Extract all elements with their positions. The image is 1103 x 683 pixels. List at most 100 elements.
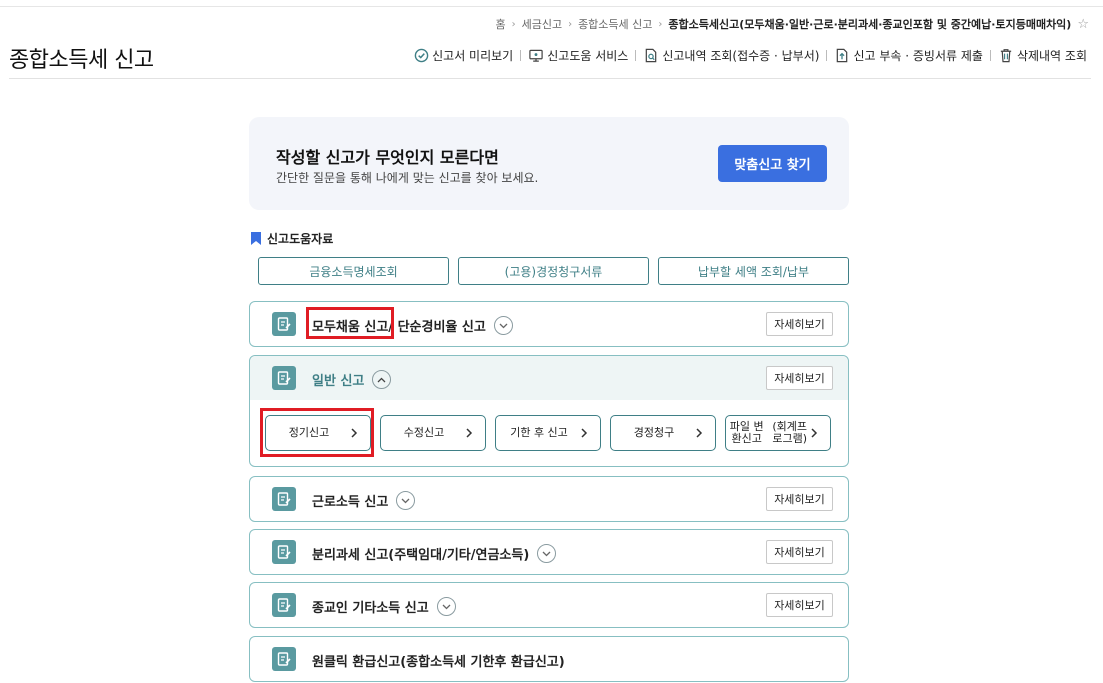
section-earned-income-filing: 근로소득 신고 자세히보기 bbox=[249, 476, 849, 522]
menu-divider bbox=[826, 50, 828, 61]
menu-divider bbox=[635, 50, 637, 61]
details-button[interactable]: 자세히보기 bbox=[766, 366, 833, 390]
section-separate-taxation-filing: 분리과세 신고(주택임대/기타/연금소득) 자세히보기 bbox=[249, 529, 849, 575]
deleted-history-label: 삭제내역 조회 bbox=[1016, 49, 1087, 63]
preview-return-label: 신고서 미리보기 bbox=[432, 49, 514, 63]
general-filing-label: 일반 신고 bbox=[312, 374, 365, 389]
file-conversion-label: 파일 변환신고 (회계프로그램) bbox=[726, 416, 812, 450]
file-conversion-line1: 파일 변환신고 bbox=[729, 420, 764, 445]
top-border bbox=[0, 6, 1103, 7]
section-header[interactable]: 종교인 기타소득 신고 자세히보기 bbox=[250, 583, 848, 627]
section-religious-income-filing: 종교인 기타소득 신고 자세히보기 bbox=[249, 582, 849, 628]
section-header[interactable]: 분리과세 신고(주택임대/기타/연금소득) 자세히보기 bbox=[250, 530, 848, 574]
section-header[interactable]: 모두채움 신고 / 단순경비율 신고 자세히보기 bbox=[250, 302, 848, 346]
breadcrumb-current: 종합소득세신고(모두채움·일반·근로·분리과세·종교인포함 및 중간예납·토지등… bbox=[668, 18, 1072, 31]
section-header[interactable]: 원클릭 환급신고(종합소득세 기한후 환급신고) bbox=[250, 637, 848, 681]
section-general-filing: 일반 신고 자세히보기 정기신고 수정신고 기한 후 신고 경정청구 파일 변환… bbox=[249, 355, 849, 467]
form-icon bbox=[272, 312, 296, 336]
menu-divider bbox=[520, 50, 522, 61]
breadcrumb-home[interactable]: 홈 bbox=[495, 16, 505, 32]
religious-income-label: 종교인 기타소득 신고 bbox=[312, 601, 429, 616]
chevron-right-icon bbox=[466, 428, 473, 438]
section-title: 종교인 기타소득 신고 bbox=[312, 597, 456, 616]
section-header[interactable]: 일반 신고 자세히보기 bbox=[250, 356, 848, 400]
chevron-up-icon[interactable] bbox=[372, 370, 392, 389]
breadcrumb-separator: › bbox=[568, 18, 573, 30]
section-title: 일반 신고 bbox=[312, 370, 392, 389]
regular-filing-label: 정기신고 bbox=[288, 426, 330, 439]
help-materials-label: 신고도움자료 bbox=[267, 232, 334, 246]
filing-help-service-link[interactable]: 신고도움 서비스 bbox=[528, 47, 628, 64]
bookmark-icon bbox=[251, 232, 261, 245]
section-one-click-refund: 원클릭 환급신고(종합소득세 기한후 환급신고) bbox=[249, 636, 849, 682]
document-search-icon bbox=[643, 48, 659, 64]
breadcrumb-tax-report[interactable]: 세금신고 bbox=[522, 16, 562, 32]
details-button[interactable]: 자세히보기 bbox=[766, 540, 833, 564]
deleted-history-link[interactable]: 삭제내역 조회 bbox=[998, 47, 1087, 64]
filing-history-label: 신고내역 조회(접수증 · 납부서) bbox=[662, 49, 820, 63]
chevron-right-icon bbox=[696, 428, 703, 438]
tax-payment-lookup-button[interactable]: 납부할 세액 조회/납부 bbox=[658, 257, 849, 285]
one-click-refund-label: 원클릭 환급신고(종합소득세 기한후 환급신고) bbox=[312, 655, 565, 670]
late-filing-label: 기한 후 신고 bbox=[510, 426, 568, 439]
top-menu: 신고서 미리보기 신고도움 서비스 신고내역 조회(접수증 · 납부서) 신고 … bbox=[413, 47, 1087, 64]
form-icon bbox=[272, 593, 296, 617]
file-conversion-line2: (회계프로그램) bbox=[772, 420, 807, 445]
chevron-down-icon[interactable] bbox=[436, 597, 456, 616]
help-materials-title: 신고도움자료 bbox=[251, 230, 333, 247]
filing-help-service-label: 신고도움 서비스 bbox=[547, 49, 629, 63]
employment-correction-docs-button[interactable]: (고용)경정청구서류 bbox=[458, 257, 649, 285]
financial-income-lookup-button[interactable]: 금융소득명세조회 bbox=[258, 257, 449, 285]
correction-claim-button[interactable]: 경정청구 bbox=[610, 415, 716, 451]
form-icon bbox=[272, 366, 296, 390]
amended-filing-button[interactable]: 수정신고 bbox=[380, 415, 486, 451]
section-header[interactable]: 근로소득 신고 자세히보기 bbox=[250, 477, 848, 521]
late-filing-button[interactable]: 기한 후 신고 bbox=[495, 415, 601, 451]
details-button[interactable]: 자세히보기 bbox=[766, 593, 833, 617]
page-title: 종합소득세 신고 bbox=[9, 48, 154, 73]
chevron-down-icon[interactable] bbox=[493, 316, 513, 335]
star-outline-icon[interactable]: ☆ bbox=[1077, 17, 1089, 32]
details-button[interactable]: 자세히보기 bbox=[766, 312, 833, 336]
regular-filing-button[interactable]: 정기신고 bbox=[265, 415, 371, 451]
find-custom-filing-button[interactable]: 맞춤신고 찾기 bbox=[718, 145, 827, 182]
details-button[interactable]: 자세히보기 bbox=[766, 487, 833, 511]
chevron-down-icon[interactable] bbox=[396, 491, 416, 510]
custom-filing-promo: 작성할 신고가 무엇인지 모른다면 간단한 질문을 통해 나에게 맞는 신고를 … bbox=[249, 117, 849, 210]
submit-documents-link[interactable]: 신고 부속 · 증빙서류 제출 bbox=[834, 47, 983, 64]
correction-claim-label: 경정청구 bbox=[633, 426, 675, 439]
chevron-right-icon bbox=[351, 428, 358, 438]
chevron-down-icon[interactable] bbox=[537, 544, 557, 563]
upload-document-icon bbox=[834, 48, 850, 64]
menu-divider bbox=[989, 50, 991, 61]
monitor-icon bbox=[528, 48, 544, 64]
breadcrumb-income-tax[interactable]: 종합소득세 신고 bbox=[578, 16, 652, 32]
promo-subtitle: 간단한 질문을 통해 나에게 맞는 신고를 찾아 보세요. bbox=[276, 171, 539, 185]
amended-filing-label: 수정신고 bbox=[403, 426, 445, 439]
form-icon bbox=[272, 540, 296, 564]
section-title: 모두채움 신고 / 단순경비율 신고 bbox=[312, 316, 513, 335]
section-simple-filing: 모두채움 신고 / 단순경비율 신고 자세히보기 bbox=[249, 301, 849, 347]
earned-income-label: 근로소득 신고 bbox=[312, 495, 389, 510]
breadcrumb: 홈 › 세금신고 › 종합소득세 신고 › 종합소득세신고(모두채움·일반·근로… bbox=[495, 16, 1089, 32]
chevron-right-icon bbox=[811, 428, 818, 438]
file-conversion-filing-button[interactable]: 파일 변환신고 (회계프로그램) bbox=[725, 415, 831, 451]
submit-documents-label: 신고 부속 · 증빙서류 제출 bbox=[853, 49, 983, 63]
promo-title: 작성할 신고가 무엇인지 모른다면 bbox=[276, 148, 499, 167]
breadcrumb-separator: › bbox=[658, 18, 663, 30]
section-title: 원클릭 환급신고(종합소득세 기한후 환급신고) bbox=[312, 651, 565, 670]
section-title: 근로소득 신고 bbox=[312, 491, 416, 510]
check-circle-icon bbox=[413, 48, 429, 64]
trash-icon bbox=[998, 48, 1014, 64]
simple-filing-label: 모두채움 신고 bbox=[312, 320, 389, 335]
chevron-right-icon bbox=[581, 428, 588, 438]
header-divider bbox=[9, 78, 1091, 79]
separate-taxation-label: 분리과세 신고(주택임대/기타/연금소득) bbox=[312, 548, 530, 563]
preview-return-link[interactable]: 신고서 미리보기 bbox=[413, 47, 513, 64]
section-title: 분리과세 신고(주택임대/기타/연금소득) bbox=[312, 544, 557, 563]
filing-history-link[interactable]: 신고내역 조회(접수증 · 납부서) bbox=[643, 47, 819, 64]
form-icon bbox=[272, 647, 296, 671]
simple-expense-label: / 단순경비율 신고 bbox=[388, 320, 486, 335]
breadcrumb-separator: › bbox=[511, 18, 516, 30]
form-icon bbox=[272, 487, 296, 511]
